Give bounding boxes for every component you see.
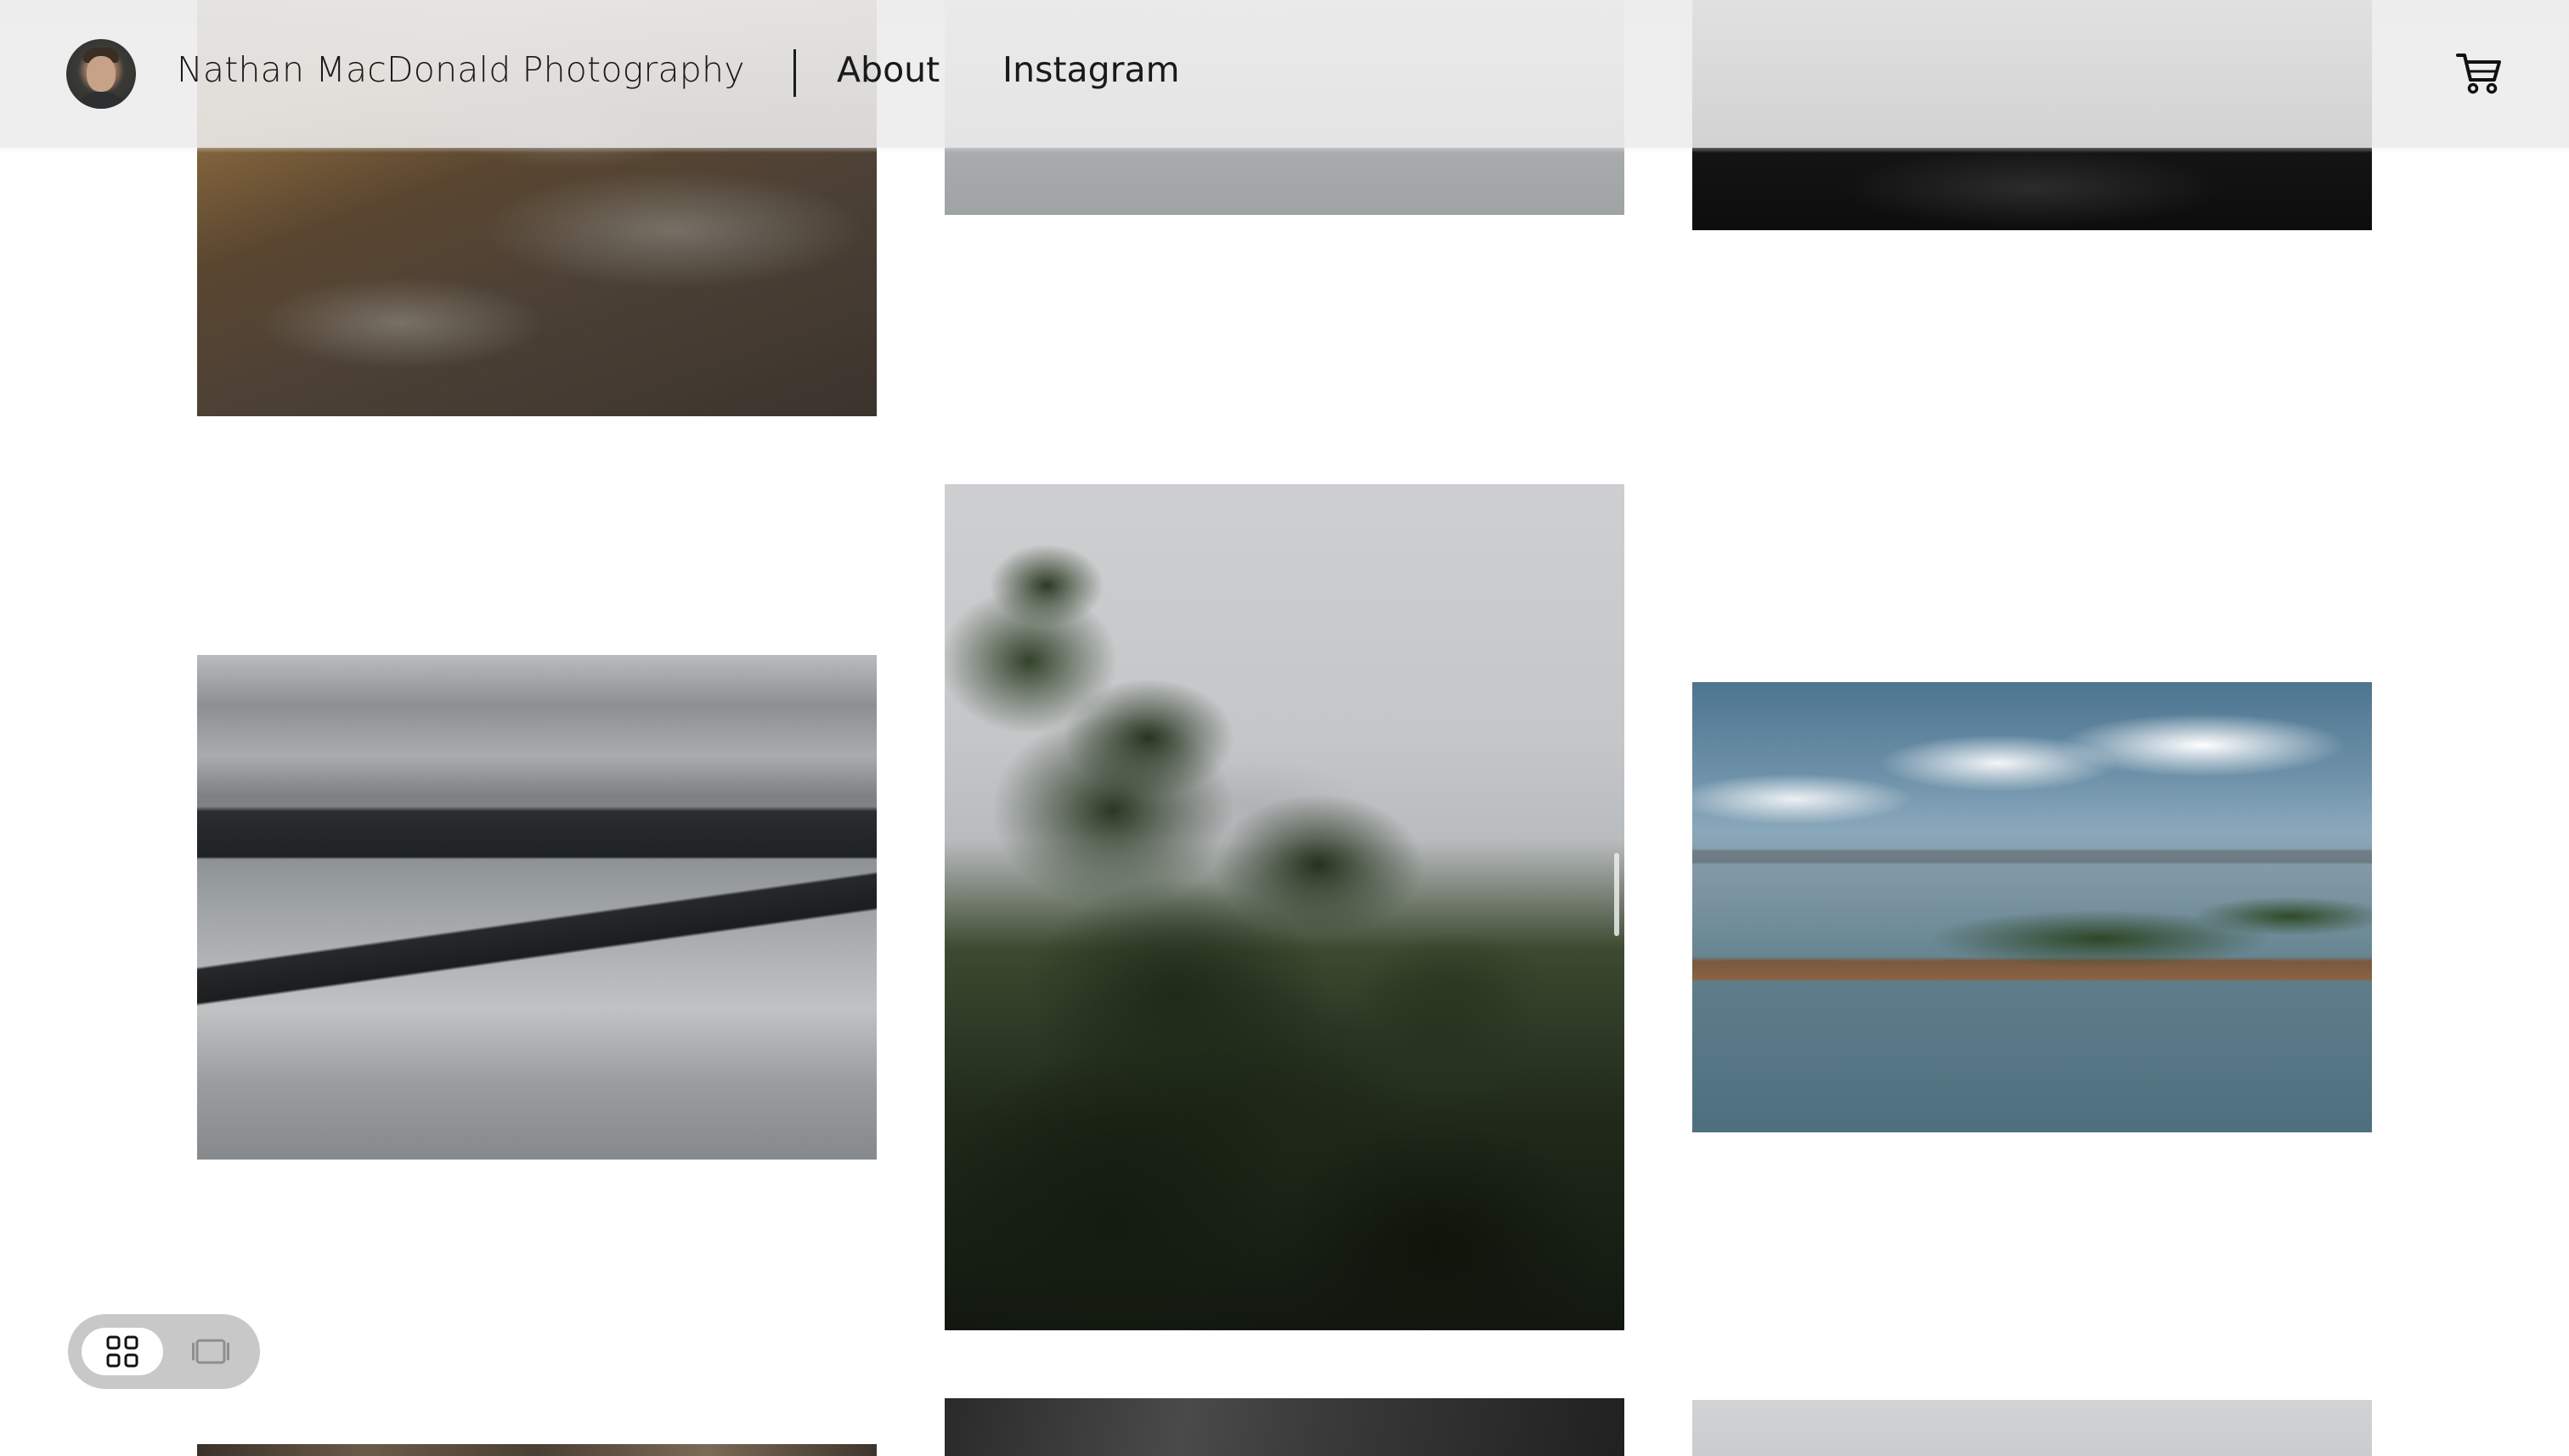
photo-pale-sky[interactable] (1692, 1400, 2372, 1456)
grid-view-button[interactable] (82, 1328, 163, 1375)
nav-about-link[interactable]: About (837, 49, 940, 90)
avatar-shirt (73, 92, 129, 109)
scrollbar-thumb[interactable] (1614, 853, 1619, 936)
gallery-page: Nathan MacDonald Photography About Insta… (0, 0, 2569, 1456)
single-view-button[interactable] (175, 1328, 246, 1375)
grid-view-icon (106, 1335, 138, 1368)
photo-forested-island[interactable] (1692, 682, 2372, 1132)
photo-rocky-shore[interactable] (197, 1444, 877, 1456)
view-toggle (68, 1314, 260, 1389)
site-title-link[interactable]: Nathan MacDonald Photography (177, 49, 745, 90)
header-shadow (0, 148, 2569, 153)
photo-dark-sky[interactable] (945, 1398, 1624, 1456)
site-header: Nathan MacDonald Photography About Insta… (0, 0, 2569, 148)
nav-divider (793, 49, 796, 97)
avatar-face (87, 56, 116, 92)
profile-photo-avatar[interactable] (66, 39, 136, 109)
single-view-icon (192, 1339, 229, 1364)
shopping-cart-icon[interactable] (2455, 51, 2503, 97)
photo-apple-leaves[interactable] (945, 484, 1624, 1330)
nav-instagram-link[interactable]: Instagram (1002, 49, 1180, 90)
photo-dark-headland[interactable] (197, 655, 877, 1160)
